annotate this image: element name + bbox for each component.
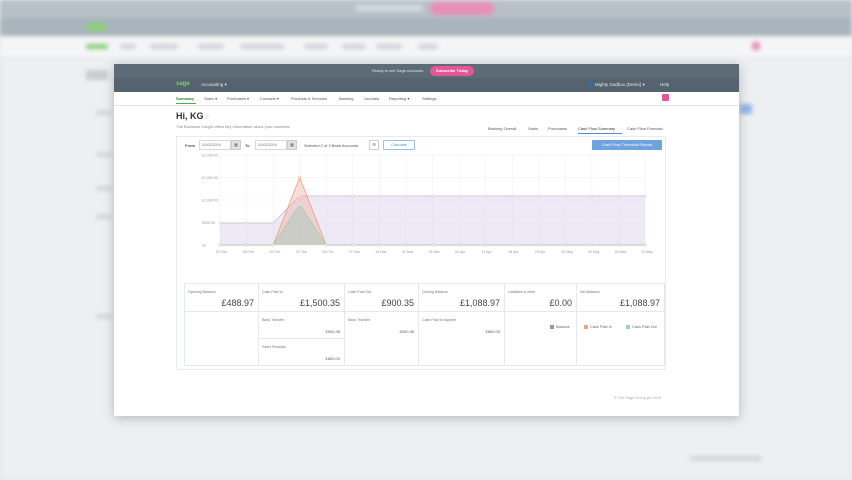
tab-purchases[interactable]: Purchases: [548, 126, 567, 131]
summary-sub-label: Bank Transfer: [348, 318, 371, 322]
summary-value: £1,088.97: [619, 298, 660, 308]
summary-sub-value: £900.35: [325, 329, 340, 334]
summary-value: £488.97: [221, 298, 254, 308]
nav-settings[interactable]: Settings: [422, 96, 436, 101]
summary-empty-cell: [185, 312, 259, 366]
page-title: Hi, KG: [176, 111, 204, 121]
background-banner: [0, 0, 852, 18]
summary-sub-label: Cash Paid to supplier: [422, 318, 457, 322]
summary-sub-value: £600.00: [485, 329, 500, 334]
accounts-selected-label: Selected 2 of 3 Bank Accounts: [304, 143, 359, 148]
sage-logo[interactable]: sage: [176, 81, 190, 87]
summary-closing-balance: Closing Balance £1,088.97: [419, 284, 505, 312]
copyright-footer: © The Sage Group plc 2019: [614, 396, 662, 400]
help-link[interactable]: Help: [660, 82, 669, 87]
nav-banking[interactable]: Banking: [339, 96, 353, 101]
summary-cash-paid-in: Cash Paid In £1,500.35: [259, 284, 345, 312]
nav-sales[interactable]: Sales ▾: [204, 96, 217, 101]
tab-sales[interactable]: Sales: [528, 126, 538, 131]
summary-value: £0.00: [549, 298, 572, 308]
top-bar: sage Accounting ▾ 👤 Mighty Gadbox (Demo)…: [114, 78, 739, 92]
main-nav: Summary Sales ▾ Purchases ▾ Contacts ▾ P…: [114, 92, 739, 106]
summary-label: Cash Paid In: [262, 290, 283, 294]
nav-products-services[interactable]: Products & Services: [291, 96, 327, 101]
subscribe-button[interactable]: Subscribe Today: [430, 66, 474, 76]
page-subtitle: The Business Insight offers key informat…: [176, 124, 291, 129]
nav-reporting[interactable]: Reporting ▾: [389, 96, 409, 101]
nav-purchases[interactable]: Purchases ▾: [227, 96, 249, 101]
summary-table: Opening Balance £488.97 Cash Paid In £1,50…: [184, 283, 665, 366]
to-label: To: [245, 143, 250, 148]
from-date-input[interactable]: 01/01/2019: [199, 140, 231, 150]
info-icon[interactable]: ⓘ: [205, 114, 209, 120]
summary-sub-row: Bank Transfer £900.35: [345, 312, 419, 366]
summary-value: £1,088.97: [459, 298, 500, 308]
summary-empty-cell: [577, 312, 665, 366]
summary-sub-value: £900.35: [399, 329, 414, 334]
notification-badge[interactable]: [662, 94, 669, 101]
summary-label: Cash Paid Out: [348, 290, 372, 294]
summary-sub-row: Cash Paid to supplier £600.00: [419, 312, 505, 366]
banner-message: Ready to see Sage Accounts: [372, 68, 424, 73]
nav-active-indicator: [176, 103, 196, 104]
to-date-input[interactable]: 01/01/2019: [255, 140, 287, 150]
summary-net-balance: Net Balance £1,088.97: [577, 284, 665, 312]
cash-flow-report-button[interactable]: Cash Flow Threshold Report: [592, 140, 662, 150]
user-icon: 👤: [588, 82, 595, 87]
summary-label: Net Balance: [580, 290, 600, 294]
summary-sub-label: Sales Receipts: [262, 345, 286, 349]
from-label: From: [185, 143, 195, 148]
background-topbar: [0, 18, 852, 36]
summary-sub-label: Bank Transfer: [262, 318, 285, 322]
summary-sub-row: Bank Transfer £900.35: [259, 312, 345, 339]
summary-opening-balance: Opening Balance £488.97: [185, 284, 259, 312]
summary-empty-cell: [505, 312, 577, 366]
summary-sub-value: £600.00: [325, 356, 340, 361]
active-tab-indicator: [578, 133, 622, 134]
summary-liabilities: Liabilities & other £0.00: [505, 284, 577, 312]
user-menu[interactable]: 👤 Mighty Gadbox (Demo) ▾: [588, 82, 645, 88]
tab-cash-flow-forecast[interactable]: Cash Flow Forecast: [627, 126, 663, 131]
summary-label: Closing Balance: [422, 290, 448, 294]
from-calendar-icon[interactable]: ▦: [231, 140, 241, 150]
accounts-filter-icon[interactable]: ⊞: [369, 140, 379, 150]
summary-sub-row: Sales Receipts £600.00: [259, 339, 345, 366]
summary-label: Liabilities & other: [508, 290, 536, 294]
app-window: Ready to see Sage Accounts Subscribe Tod…: [114, 64, 739, 416]
user-name: Mighty Gadbox (Demo) ▾: [594, 82, 645, 87]
summary-cash-paid-out: Cash Paid Out £900.35: [345, 284, 419, 312]
nav-contacts[interactable]: Contacts ▾: [260, 96, 279, 101]
trial-banner: Ready to see Sage Accounts Subscribe Tod…: [114, 64, 739, 78]
nav-summary[interactable]: Summary: [176, 96, 194, 101]
background-nav: [0, 36, 852, 59]
summary-label: Opening Balance: [188, 290, 216, 294]
calculate-button[interactable]: Calculate: [383, 140, 415, 150]
tab-cash-flow-summary[interactable]: Cash Flow Summary: [578, 126, 615, 131]
nav-journals[interactable]: Journals: [364, 96, 379, 101]
tab-banking-overall[interactable]: Banking Overall: [488, 126, 516, 131]
summary-value: £900.35: [381, 298, 414, 308]
to-calendar-icon[interactable]: ▦: [287, 140, 297, 150]
accounting-menu[interactable]: Accounting ▾: [201, 82, 227, 88]
summary-value: £1,500.35: [299, 298, 340, 308]
